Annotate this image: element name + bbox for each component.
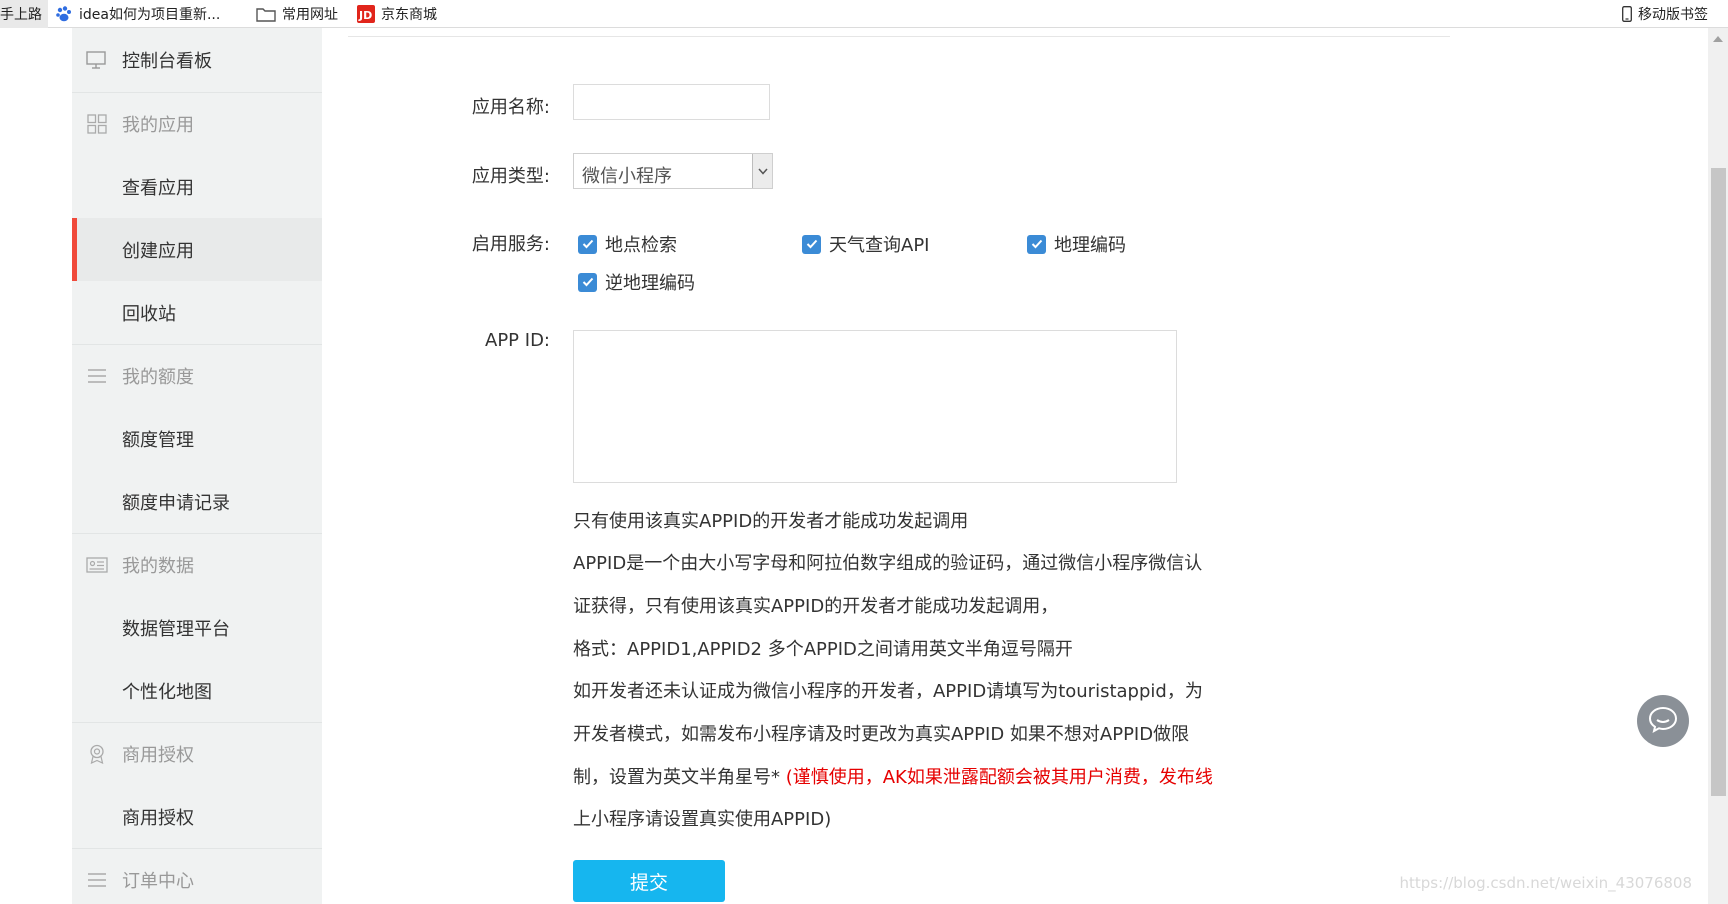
service-label: 地理编码 [1054,235,1126,256]
appid-label: APP ID: [485,330,550,351]
sidebar-item-label: 额度管理 [122,429,194,451]
sidebar-item-quota-management[interactable]: 额度管理 [72,407,322,470]
appid-info-line: 开发者模式，如需发布小程序请及时更改为真实APPID 如果不想对APPID做限 [573,724,1190,745]
sidebar-item-dashboard[interactable]: 控制台看板 [72,28,322,92]
bookmark-item[interactable]: 手上路 [0,0,48,28]
sidebar-item-label: 数据管理平台 [122,618,230,640]
bookmark-label: idea如何为项目重新... [79,7,221,23]
header-divider [348,36,1450,37]
folder-icon [256,6,276,22]
service-checkbox-geocoding[interactable]: 地理编码 [1027,231,1126,257]
appid-warning: (谨慎使用，AK如果泄露配额会被其用户消费，发布线 [780,767,1213,788]
monitor-icon [86,51,106,69]
bookmark-label: 京东商城 [381,7,437,23]
service-checkbox-place-search[interactable]: 地点检索 [578,231,677,257]
sidebar: 控制台看板 我的应用 查看应用 创建应用 回收站 我的额度 额度管理 额度申请记… [72,28,322,904]
id-card-icon [86,554,108,576]
bookmark-item[interactable]: idea如何为项目重新... [55,0,220,28]
sidebar-item-data-platform[interactable]: 数据管理平台 [72,596,322,659]
grid-icon [86,113,108,135]
checkmark-icon [1027,234,1046,254]
scroll-up-arrow-icon[interactable] [1713,36,1723,42]
bookmark-label: 常用网址 [282,7,338,23]
service-checkbox-weather-api[interactable]: 天气查询API [802,231,929,257]
mobile-bookmarks-label: 移动版书签 [1638,7,1708,23]
bookmark-item[interactable]: 常用网址 [256,0,338,28]
appid-warning-line: 上小程序请设置真实使用APPID) [573,809,832,830]
sidebar-group-order-center[interactable]: 订单中心 [72,848,322,904]
app-type-select[interactable]: 微信小程序 [573,153,773,189]
appid-info-line: 如开发者还未认证成为微信小程序的开发者，APPID请填写为touristappi… [573,681,1203,702]
phone-icon [1622,6,1632,22]
service-label: 地点检索 [605,235,677,256]
sidebar-item-quota-records[interactable]: 额度申请记录 [72,470,322,533]
sidebar-item-create-app[interactable]: 创建应用 [72,218,322,281]
appid-info-line: 格式：APPID1,APPID2 多个APPID之间请用英文半角逗号隔开 [573,639,1073,660]
appid-info-line: APPID是一个由大小写字母和阿拉伯数字组成的验证码，通过微信小程序微信认 [573,553,1203,574]
appid-info-text: 制，设置为英文半角星号* [573,767,780,788]
appid-notice: 只有使用该真实APPID的开发者才能成功发起调用 [573,511,969,532]
chat-button[interactable] [1637,695,1689,747]
appid-info-line: 制，设置为英文半角星号* (谨慎使用，AK如果泄露配额会被其用户消费，发布线 [573,763,1213,789]
baidu-paw-icon [55,5,73,23]
sidebar-group-label: 我的数据 [122,556,194,577]
sidebar-item-label: 商用授权 [122,807,194,829]
checkmark-icon [802,234,821,254]
appid-info-line: 证获得，只有使用该真实APPID的开发者才能成功发起调用， [573,596,1059,617]
sidebar-item-label: 个性化地图 [122,681,212,703]
service-label: 逆地理编码 [605,273,695,294]
sidebar-group-label: 商用授权 [122,745,194,766]
sidebar-item-custom-map[interactable]: 个性化地图 [72,659,322,722]
sidebar-item-recycle-bin[interactable]: 回收站 [72,281,322,344]
app-type-label: 应用类型: [471,166,550,187]
chevron-down-icon [752,154,772,188]
app-name-input[interactable] [573,84,770,120]
app-name-label: 应用名称: [471,97,550,118]
chat-bubble-icon [1648,705,1678,737]
bookmark-item[interactable]: JD 京东商城 [357,0,437,28]
app-type-value: 微信小程序 [582,166,672,187]
watermark: https://blog.csdn.net/weixin_43076808 [1399,874,1692,892]
services-label: 启用服务: [471,234,550,255]
list-icon [86,365,108,387]
checkmark-icon [578,234,597,254]
bookmarks-bar: 手上路 idea如何为项目重新... 常用网址 JD 京东商城 移动版书签 [0,0,1728,28]
scrollbar-thumb[interactable] [1711,168,1726,796]
submit-button[interactable]: 提交 [573,860,725,902]
sidebar-item-label: 额度申请记录 [122,492,230,514]
appid-textarea[interactable] [573,330,1177,483]
mobile-bookmarks[interactable]: 移动版书签 [1622,0,1708,28]
sidebar-group-my-apps[interactable]: 我的应用 [72,92,322,155]
sidebar-item-view-apps[interactable]: 查看应用 [72,155,322,218]
bookmark-label: 手上路 [0,7,42,23]
award-icon [86,743,108,765]
sidebar-group-label: 我的应用 [122,115,194,136]
sidebar-group-my-data[interactable]: 我的数据 [72,533,322,596]
checkmark-icon [578,272,597,292]
sidebar-item-commercial-license[interactable]: 商用授权 [72,785,322,848]
list-icon [86,869,108,891]
sidebar-item-label: 回收站 [122,303,176,325]
service-checkbox-reverse-geocoding[interactable]: 逆地理编码 [578,269,695,295]
sidebar-group-label: 我的额度 [122,367,194,388]
sidebar-group-my-quota[interactable]: 我的额度 [72,344,322,407]
sidebar-group-label: 订单中心 [122,871,194,892]
sidebar-item-label: 查看应用 [122,177,194,199]
jd-logo-icon: JD [357,5,375,23]
sidebar-item-label: 控制台看板 [122,51,212,72]
svg-text:JD: JD [358,9,372,22]
sidebar-item-label: 创建应用 [122,240,194,262]
service-label: 天气查询API [829,235,930,256]
sidebar-group-commercial-license[interactable]: 商用授权 [72,722,322,785]
